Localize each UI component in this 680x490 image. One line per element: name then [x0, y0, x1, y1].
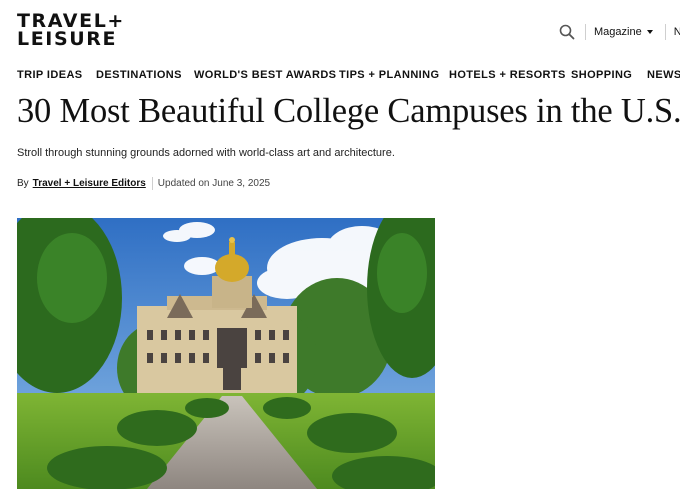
- main-nav: TRIP IDEAS DESTINATIONS WORLD'S BEST AWA…: [17, 69, 680, 83]
- magazine-label: Magazine: [594, 26, 642, 38]
- magazine-menu-button[interactable]: Magazine: [594, 26, 653, 38]
- nav-item-hotels-resorts[interactable]: HOTELS + RESORTS: [449, 69, 566, 81]
- byline-divider: [151, 177, 153, 190]
- nav-item-trip-ideas[interactable]: TRIP IDEAS: [17, 69, 83, 81]
- site-logo[interactable]: TRAVEL+ LEISURE: [17, 12, 167, 50]
- header-divider: [585, 24, 586, 40]
- nav-item-destinations[interactable]: DESTINATIONS: [96, 69, 182, 81]
- nav-item-worlds-best-awards[interactable]: WORLD'S BEST AWARDS: [194, 69, 336, 81]
- search-icon[interactable]: [558, 23, 576, 41]
- byline-prefix: By: [17, 178, 29, 189]
- byline: By Travel + Leisure Editors Updated on J…: [17, 177, 270, 190]
- campus-illustration: [17, 218, 435, 489]
- header-tools: Magazine Ne: [558, 22, 680, 42]
- header-divider: [664, 24, 666, 40]
- nav-item-shopping[interactable]: SHOPPING: [571, 69, 632, 81]
- nav-item-tips-planning[interactable]: TIPS + PLANNING: [339, 69, 439, 81]
- author-link[interactable]: Travel + Leisure Editors: [33, 178, 146, 189]
- article-title: 30 Most Beautiful College Campuses in th…: [17, 92, 680, 130]
- chevron-down-icon: [646, 30, 653, 34]
- updated-date: Updated on June 3, 2025: [157, 178, 271, 189]
- hero-image: [17, 218, 435, 489]
- nav-item-news[interactable]: NEWS: [647, 69, 680, 81]
- article-subtitle: Stroll through stunning grounds adorned …: [17, 147, 395, 159]
- newsletter-link[interactable]: Ne: [674, 26, 680, 38]
- logo-line-leisure: LEISURE: [17, 28, 118, 50]
